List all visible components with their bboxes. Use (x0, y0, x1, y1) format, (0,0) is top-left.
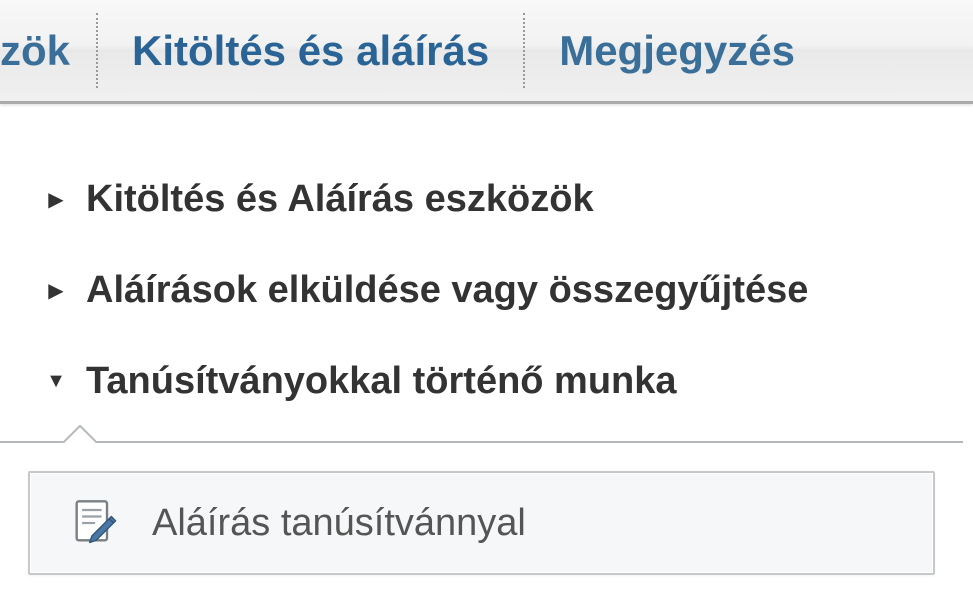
sign-document-icon (64, 493, 124, 553)
sign-with-certificate-button[interactable]: Aláírás tanúsítvánnyal (28, 471, 935, 575)
accordion-content-certificates: Aláírás tanúsítvánnyal (0, 441, 963, 603)
chevron-right-icon: ▶ (46, 187, 66, 212)
chevron-right-icon: ▶ (46, 278, 66, 303)
accordion-item-fill-sign-tools[interactable]: ▶ Kitöltés és Aláírás eszközök (46, 164, 963, 235)
panel-tabs-toolbar: zök Kitöltés és aláírás Megjegyzés (0, 0, 973, 104)
accordion-pointer (60, 425, 96, 443)
accordion-item-send-collect-signatures[interactable]: ▶ Aláírások elküldése vagy összegyűjtése (46, 255, 963, 326)
accordion-label: Tanúsítványokkal történő munka (86, 360, 677, 403)
accordion-item-certificates-work[interactable]: ▼ Tanúsítványokkal történő munka (46, 346, 963, 417)
tab-label: Kitöltés és aláírás (132, 27, 489, 75)
action-label: Aláírás tanúsítvánnyal (152, 502, 526, 545)
tab-label: Megjegyzés (559, 27, 795, 75)
fill-and-sign-panel: ▶ Kitöltés és Aláírás eszközök ▶ Aláírás… (0, 104, 973, 613)
tab-tools-partial[interactable]: zök (0, 0, 96, 101)
tab-fill-and-sign[interactable]: Kitöltés és aláírás (98, 0, 523, 101)
accordion-label: Kitöltés és Aláírás eszközök (86, 178, 594, 221)
accordion-label: Aláírások elküldése vagy összegyűjtése (86, 269, 808, 312)
tab-label: zök (0, 27, 70, 75)
tab-comment[interactable]: Megjegyzés (525, 0, 829, 101)
chevron-down-icon: ▼ (46, 370, 66, 393)
